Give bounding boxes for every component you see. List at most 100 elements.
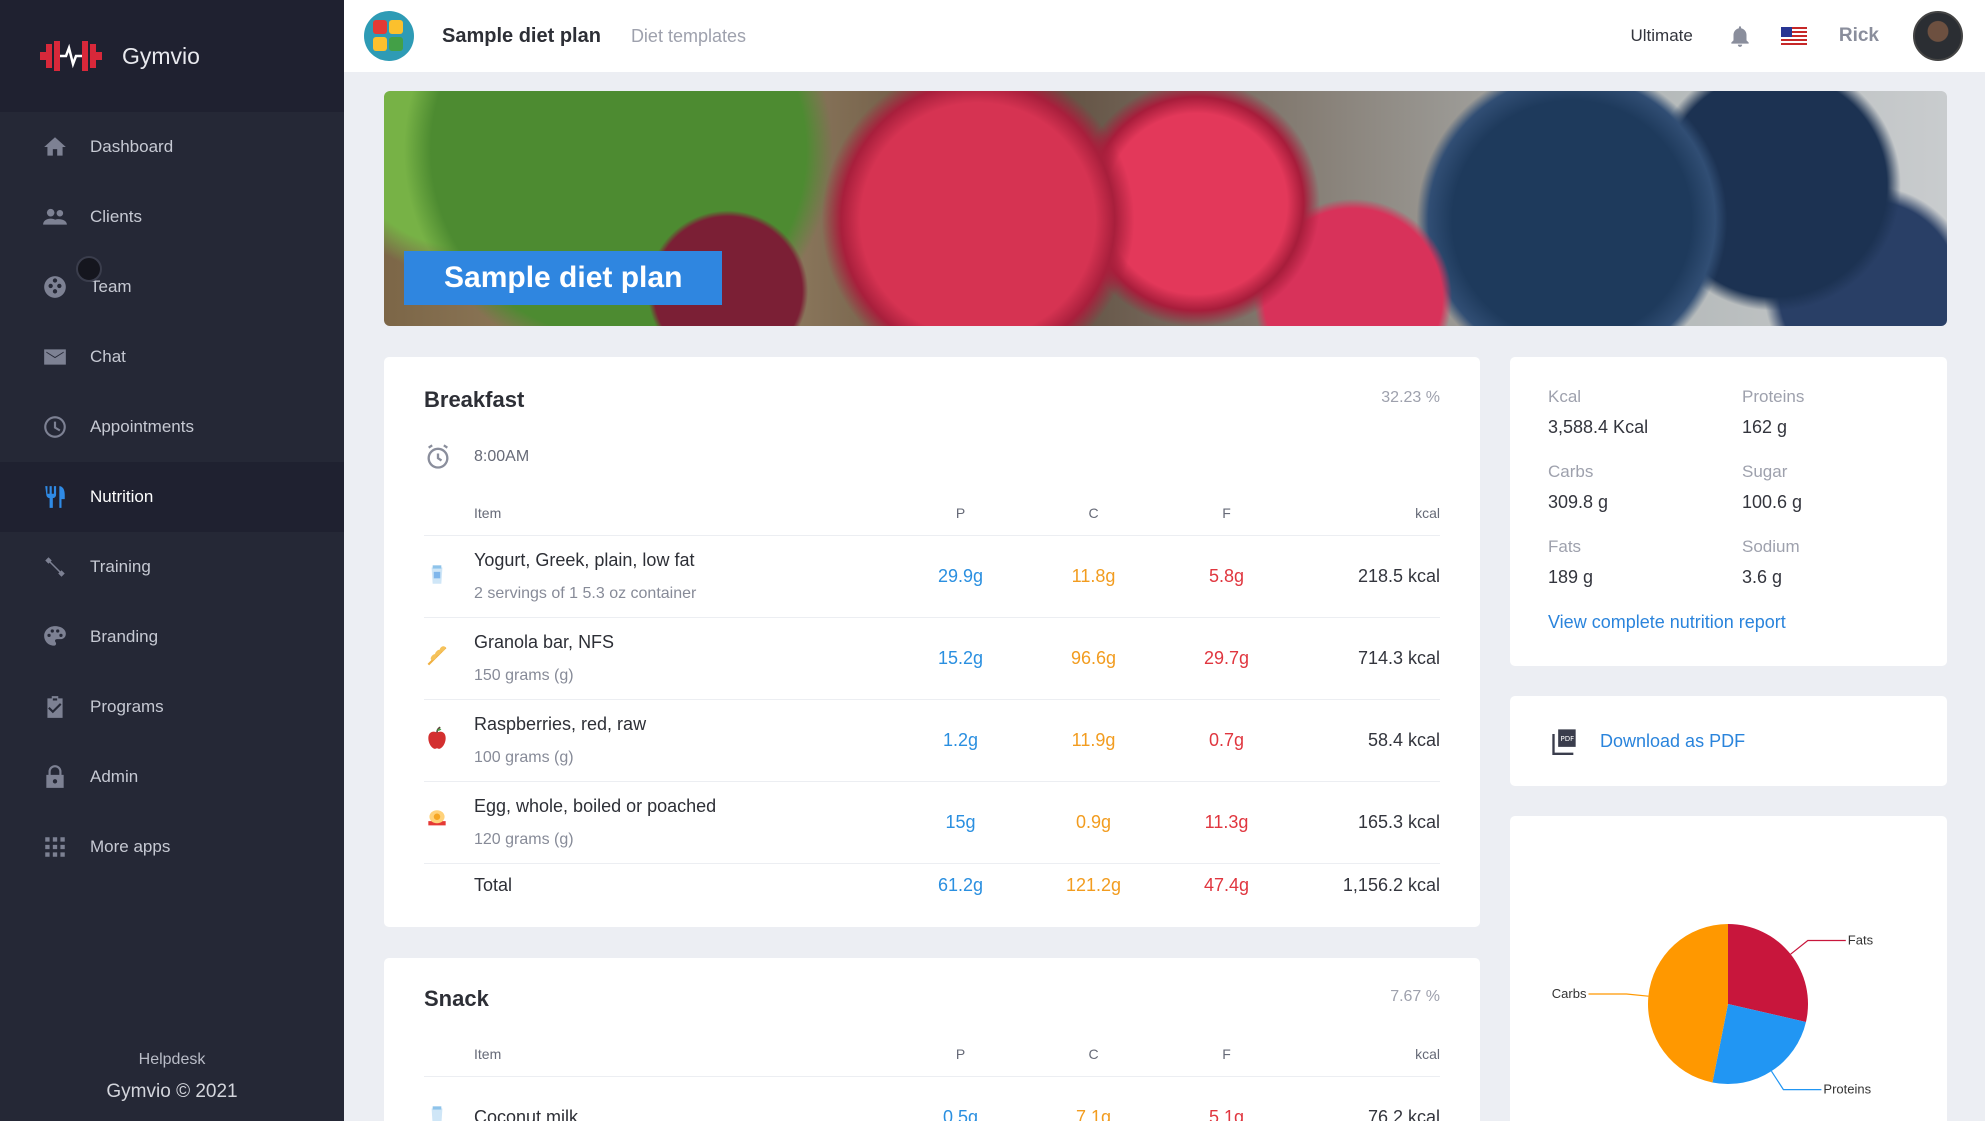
table-row[interactable]: Coconut milk 0.5g 7.1g 5.1g 76.2 kcal	[424, 1076, 1440, 1121]
stat-value: 189 g	[1548, 567, 1594, 587]
brand[interactable]: Gymvio	[0, 0, 344, 112]
hero-banner: Sample diet plan	[384, 91, 1947, 326]
user-name[interactable]: Rick	[1839, 25, 1879, 47]
alarm-clock-icon	[427, 444, 449, 469]
item-serving: 100 grams (g)	[474, 748, 574, 766]
hero-title: Sample diet plan	[404, 251, 723, 305]
stat-sodium: Sodium 3.6 g	[1742, 537, 1800, 588]
item-name: Granola bar, NFS	[474, 631, 615, 652]
team-icon	[44, 276, 66, 298]
total-kcal: 1,156.2 kcal	[1342, 874, 1440, 895]
download-pdf-card[interactable]: PDF Download as PDF	[1510, 696, 1947, 786]
meal-time-label: 8:00AM	[474, 448, 530, 465]
avatar[interactable]	[1913, 11, 1963, 61]
pie-label-fats: Fats	[1848, 932, 1874, 947]
topbar-right: Ultimate Rick	[1631, 0, 1985, 72]
sidebar-item-label: Admin	[90, 767, 139, 786]
stat-sugar: Sugar 100.6 g	[1742, 462, 1802, 513]
sidebar-item-admin[interactable]: Admin	[0, 742, 344, 812]
item-protein: 15g	[894, 781, 1027, 864]
item-name: Yogurt, Greek, plain, low fat	[474, 549, 695, 570]
sidebar-item-label: Nutrition	[90, 487, 154, 506]
sidebar-item-label: Team	[90, 277, 132, 296]
stat-label: Carbs	[1548, 462, 1594, 481]
col-kcal: kcal	[1293, 491, 1440, 536]
stat-label: Proteins	[1742, 387, 1805, 406]
pie-slice-carbs[interactable]	[1648, 924, 1728, 1083]
plan-label: Ultimate	[1630, 26, 1693, 45]
meal-title: Breakfast	[424, 387, 525, 412]
col-icon	[424, 491, 474, 536]
helpdesk-link[interactable]: Helpdesk	[0, 1051, 344, 1069]
sidebar-item-label: Clients	[90, 207, 142, 226]
col-p: P	[894, 491, 1027, 536]
sidebar-item-label: Branding	[90, 627, 159, 646]
table-total-row: Total 61.2g 121.2g 47.4g 1,156.2 kcal	[424, 863, 1440, 907]
item-fats: 0.7g	[1160, 699, 1293, 782]
sidebar-nav: Dashboard Clients Team Chat Appointments…	[0, 112, 344, 882]
col-item: Item	[474, 1032, 894, 1077]
meal-items-table: Item P C F kcal Coconut milk 0.5g 7.1g 5…	[424, 1032, 1440, 1121]
item-kcal: 165.3 kcal	[1293, 781, 1440, 864]
nutrition-report-link[interactable]: View complete nutrition report	[1548, 612, 1786, 633]
stat-carbs: Carbs 309.8 g	[1548, 462, 1608, 513]
us-flag-icon[interactable]	[1780, 27, 1807, 45]
stat-value: 3,588.4 Kcal	[1548, 417, 1649, 437]
download-pdf-link[interactable]: Download as PDF	[1600, 731, 1745, 752]
item-carbs: 7.1g	[1027, 1076, 1160, 1121]
item-serving: 150 grams (g)	[474, 666, 574, 684]
item-serving: 2 servings of 1 5.3 oz container	[474, 584, 697, 602]
sidebar-item-more-apps[interactable]: More apps	[0, 812, 344, 882]
sidebar-item-nutrition[interactable]: Nutrition	[0, 462, 344, 532]
stat-value: 3.6 g	[1742, 567, 1783, 587]
macro-pie-chart-card: Fats Proteins Carbs	[1510, 816, 1947, 1121]
stat-proteins: Proteins 162 g	[1742, 387, 1804, 438]
sidebar-item-programs[interactable]: Programs	[0, 672, 344, 742]
stat-value: 309.8 g	[1548, 492, 1609, 512]
egg-icon	[428, 809, 446, 825]
sidebar-item-label: More apps	[90, 837, 171, 856]
item-kcal: 714.3 kcal	[1293, 617, 1440, 700]
sidebar-item-dashboard[interactable]: Dashboard	[0, 112, 344, 182]
pie-label-carbs: Carbs	[1552, 986, 1587, 1001]
item-fats: 5.1g	[1160, 1076, 1293, 1121]
col-f: F	[1160, 1032, 1293, 1077]
table-row[interactable]: Granola bar, NFS 150 grams (g) 15.2g 96.6…	[424, 617, 1440, 700]
meal-card-breakfast: Breakfast 32.23 % 8:00AM Item P C F kcal…	[384, 357, 1480, 927]
stat-kcal: Kcal 3,588.4 Kcal	[1548, 387, 1648, 438]
sidebar-item-team[interactable]: Team	[0, 252, 344, 322]
meal-percent: 32.23 %	[1381, 389, 1440, 406]
table-header-row: Item P C F kcal	[424, 1032, 1440, 1077]
col-c: C	[1027, 1032, 1160, 1077]
item-name: Raspberries, red, raw	[474, 713, 647, 734]
col-item: Item	[474, 491, 894, 536]
table-row[interactable]: Raspberries, red, raw 100 grams (g) 1.2g …	[424, 699, 1440, 782]
sidebar-item-label: Chat	[90, 347, 126, 366]
sidebar-item-appointments[interactable]: Appointments	[0, 392, 344, 462]
stat-label: Sugar	[1742, 462, 1788, 481]
breadcrumb-diet-templates[interactable]: Diet templates	[631, 26, 746, 47]
sidebar-item-clients[interactable]: Clients	[0, 182, 344, 252]
sidebar-item-training[interactable]: Training	[0, 532, 344, 602]
item-protein: 15.2g	[894, 617, 1027, 700]
meal-percent: 7.67 %	[1390, 988, 1440, 1005]
sidebar-item-chat[interactable]: Chat	[0, 322, 344, 392]
meal-items-table: Item P C F kcal Yogurt, Greek, plain, lo…	[424, 491, 1440, 907]
item-carbs: 0.9g	[1027, 781, 1160, 864]
total-carbs: 121.2g	[1065, 874, 1122, 895]
sidebar-footer: Helpdesk Gymvio © 2021	[0, 1051, 344, 1103]
sidebar-item-branding[interactable]: Branding	[0, 602, 344, 672]
clock-icon	[44, 416, 66, 438]
item-name: Egg, whole, boiled or poached	[474, 795, 717, 816]
col-icon	[424, 1032, 474, 1077]
table-row[interactable]: Yogurt, Greek, plain, low fat 2 servings …	[424, 535, 1440, 618]
sidebar-item-label: Appointments	[90, 417, 194, 436]
bell-icon[interactable]	[1727, 23, 1753, 49]
meal-card-snack: Snack 7.67 % Item P C F kcal Coconut mil…	[384, 958, 1480, 1121]
app-badge-icon[interactable]	[364, 11, 414, 61]
stat-value: 162 g	[1742, 417, 1788, 437]
total-label: Total	[474, 874, 513, 895]
table-row[interactable]: Egg, whole, boiled or poached 120 grams (…	[424, 781, 1440, 864]
item-name: Coconut milk	[474, 1106, 579, 1121]
item-protein: 29.9g	[894, 535, 1027, 618]
